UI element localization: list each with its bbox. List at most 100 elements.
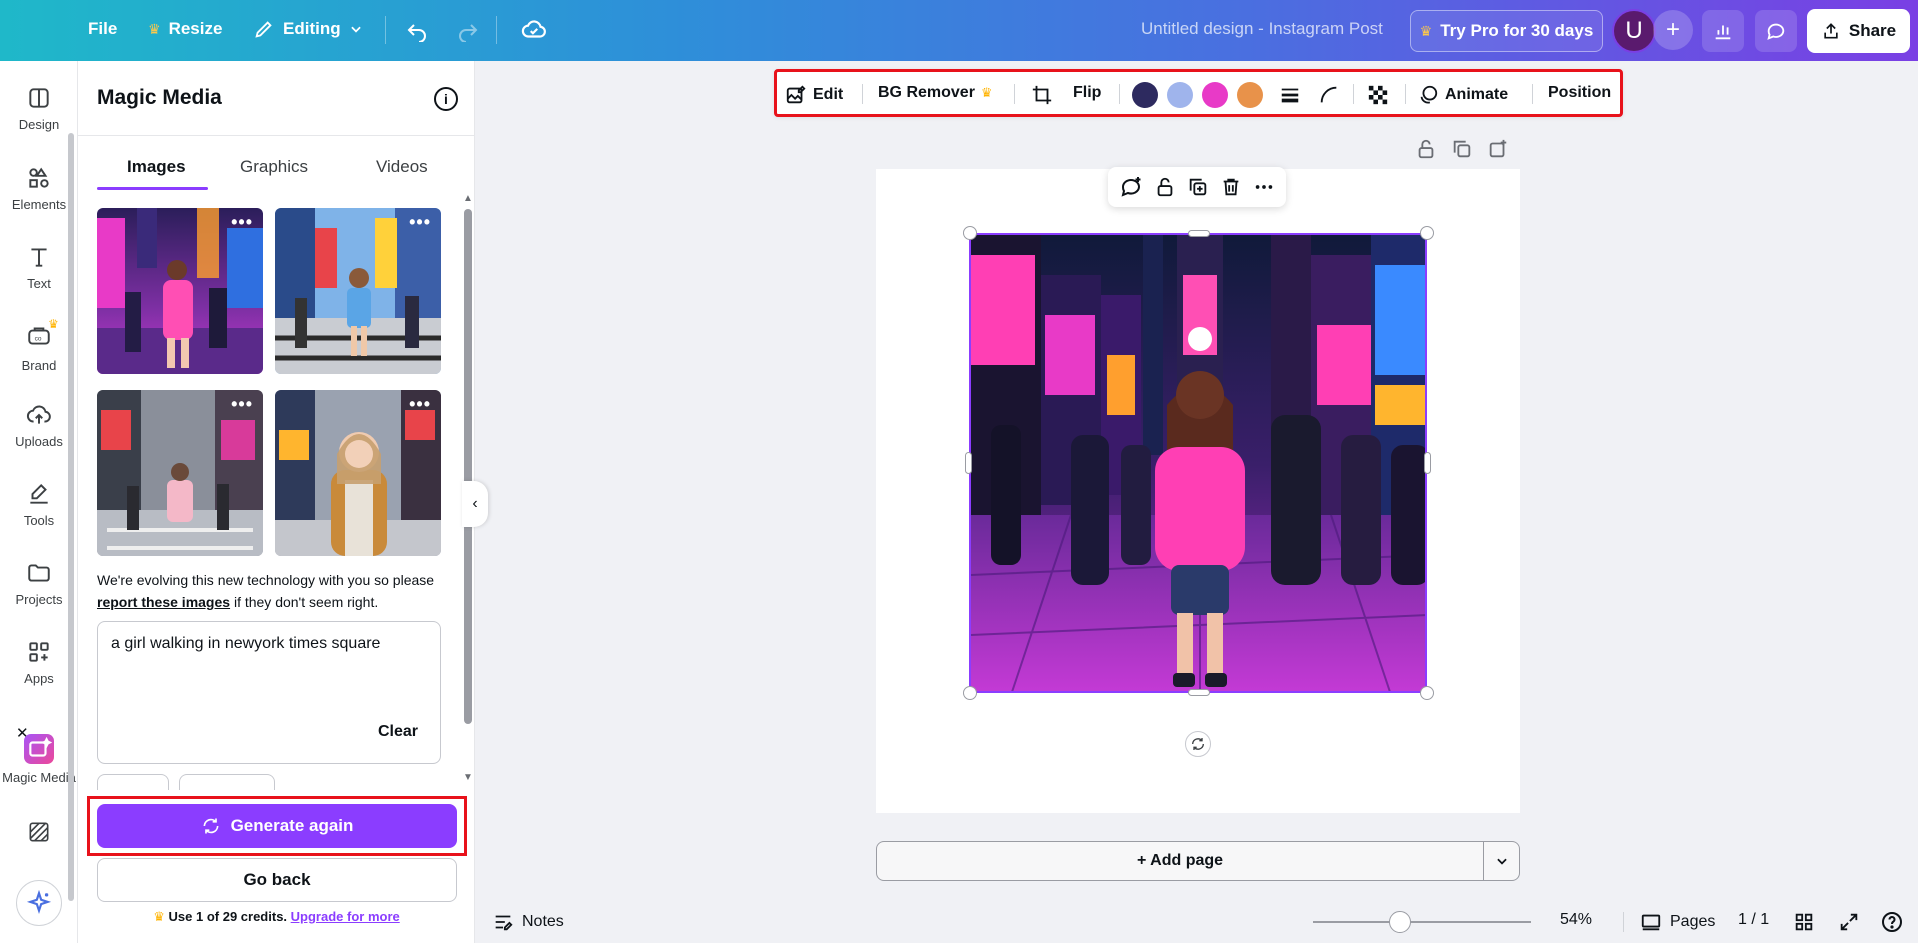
selected-image[interactable] (969, 233, 1427, 693)
zoom-level[interactable]: 54% (1560, 911, 1592, 929)
add-page-button[interactable]: + Add page (876, 841, 1484, 881)
generated-image-2[interactable]: ••• (275, 208, 441, 374)
color-swatch-1[interactable] (1132, 82, 1158, 108)
more-options-icon[interactable] (1253, 176, 1275, 198)
aspect-chip[interactable] (179, 774, 275, 790)
page-count-label: 1 / 1 (1738, 911, 1770, 928)
resize-button[interactable]: ♛ Resize (148, 19, 222, 39)
rail-item-design[interactable]: Design (0, 85, 78, 132)
resize-handle[interactable] (1420, 226, 1434, 240)
rail-item-tools[interactable]: Tools (0, 481, 78, 528)
image-edit-icon (786, 85, 806, 104)
color-swatch-4[interactable] (1237, 82, 1263, 108)
zoom-slider[interactable] (1313, 921, 1531, 923)
add-page-dropdown[interactable] (1483, 841, 1520, 881)
bg-remover-button[interactable]: BG Remover ♛ (878, 84, 993, 102)
color-swatch-3[interactable] (1202, 82, 1228, 108)
lock-icon[interactable] (1154, 176, 1176, 198)
style-chip[interactable] (97, 774, 169, 790)
tab-graphics[interactable]: Graphics (240, 157, 308, 177)
duplicate-page-icon[interactable] (1451, 138, 1473, 160)
disclaimer-post: if they don't seem right. (230, 594, 379, 610)
rail-item-magic-media[interactable]: Magic Media (0, 734, 78, 785)
report-images-link[interactable]: report these images (97, 594, 230, 610)
resize-handle[interactable] (965, 452, 972, 474)
file-menu[interactable]: File (88, 19, 117, 39)
design-title[interactable]: Untitled design - Instagram Post (1141, 19, 1383, 39)
resize-handle[interactable] (1424, 452, 1431, 474)
corner-rounding-button[interactable] (1318, 84, 1340, 106)
comments-button[interactable] (1755, 10, 1797, 52)
analytics-button[interactable] (1702, 10, 1744, 52)
generate-again-label: Generate again (230, 816, 354, 835)
cloud-save-button[interactable] (521, 17, 547, 43)
menu-icon[interactable] (26, 18, 52, 40)
rail-item-brand[interactable]: co ♛ Brand (0, 317, 78, 373)
rail-item-text[interactable]: Text (0, 244, 78, 291)
resize-handle[interactable] (1188, 689, 1210, 696)
divider (1014, 84, 1015, 104)
border-style-button[interactable] (1279, 84, 1301, 106)
tab-videos[interactable]: Videos (376, 157, 428, 177)
grid-view-button[interactable] (1793, 911, 1815, 933)
magic-assistant-button[interactable] (16, 880, 62, 926)
border-style-icon (1281, 88, 1299, 103)
resize-handle[interactable] (1420, 686, 1434, 700)
fullscreen-button[interactable] (1838, 911, 1860, 933)
more-options-icon[interactable]: ••• (409, 394, 431, 415)
go-back-button[interactable]: Go back (97, 858, 457, 902)
add-page-icon[interactable] (1487, 138, 1509, 160)
duplicate-icon[interactable] (1187, 176, 1209, 198)
tab-images[interactable]: Images (127, 157, 186, 177)
rail-item-elements[interactable]: Elements (0, 165, 78, 212)
rail-item-uploads[interactable]: Uploads (0, 402, 78, 449)
info-icon[interactable]: i (434, 87, 458, 111)
rail-scrollbar[interactable] (68, 133, 74, 901)
more-options-icon[interactable]: ••• (231, 212, 253, 233)
color-swatch-2[interactable] (1167, 82, 1193, 108)
generated-image-4[interactable]: ••• (275, 390, 441, 556)
rail-item-apps[interactable]: Apps (0, 639, 78, 686)
prompt-input[interactable]: a girl walking in newyork times square C… (97, 621, 441, 764)
position-button[interactable]: Position (1548, 84, 1611, 102)
rail-item-projects[interactable]: Projects (0, 560, 78, 607)
cloud-upload-icon (26, 405, 51, 424)
lock-icon[interactable] (1415, 138, 1437, 160)
scroll-up-arrow-icon[interactable]: ▲ (463, 193, 473, 204)
more-options-icon[interactable]: ••• (231, 394, 253, 415)
grid-view-icon (1795, 913, 1813, 931)
share-button[interactable]: Share (1807, 9, 1910, 53)
help-button[interactable] (1880, 910, 1904, 934)
edit-image-button[interactable]: Edit (785, 84, 843, 106)
generate-again-button[interactable]: Generate again (97, 804, 457, 848)
rail-item-background[interactable] (0, 819, 78, 845)
collapse-panel-button[interactable]: ‹ (462, 481, 488, 527)
avatar[interactable]: U (1612, 9, 1656, 53)
notes-button[interactable]: Notes (492, 911, 564, 933)
panel-scrollbar[interactable] (464, 209, 472, 724)
resize-handle[interactable] (1188, 230, 1210, 237)
rotate-handle[interactable] (1185, 731, 1211, 757)
crop-button[interactable] (1031, 84, 1053, 106)
trash-icon[interactable] (1220, 176, 1242, 198)
generated-image-3[interactable]: ••• (97, 390, 263, 556)
panel-title: Magic Media (97, 86, 222, 109)
animate-button[interactable]: Animate (1417, 84, 1508, 106)
more-options-icon[interactable]: ••• (409, 212, 431, 233)
comment-add-icon[interactable] (1119, 175, 1143, 199)
pages-button[interactable]: Pages (1640, 911, 1715, 933)
flip-button[interactable]: Flip (1073, 84, 1101, 102)
try-pro-button[interactable]: ♛ Try Pro for 30 days (1410, 10, 1603, 52)
divider (1353, 84, 1354, 104)
undo-button[interactable] (405, 18, 429, 42)
transparency-button[interactable] (1367, 84, 1389, 106)
resize-handle[interactable] (963, 686, 977, 700)
editing-mode-button[interactable]: Editing (253, 18, 363, 40)
generated-image-1[interactable]: ••• (97, 208, 263, 374)
redo-button[interactable] (456, 18, 480, 42)
scroll-down-arrow-icon[interactable]: ▼ (463, 772, 473, 783)
upgrade-link[interactable]: Upgrade for more (291, 909, 400, 924)
clear-button[interactable]: Clear (378, 723, 418, 741)
resize-handle[interactable] (963, 226, 977, 240)
invite-plus-icon[interactable]: + (1653, 10, 1693, 50)
